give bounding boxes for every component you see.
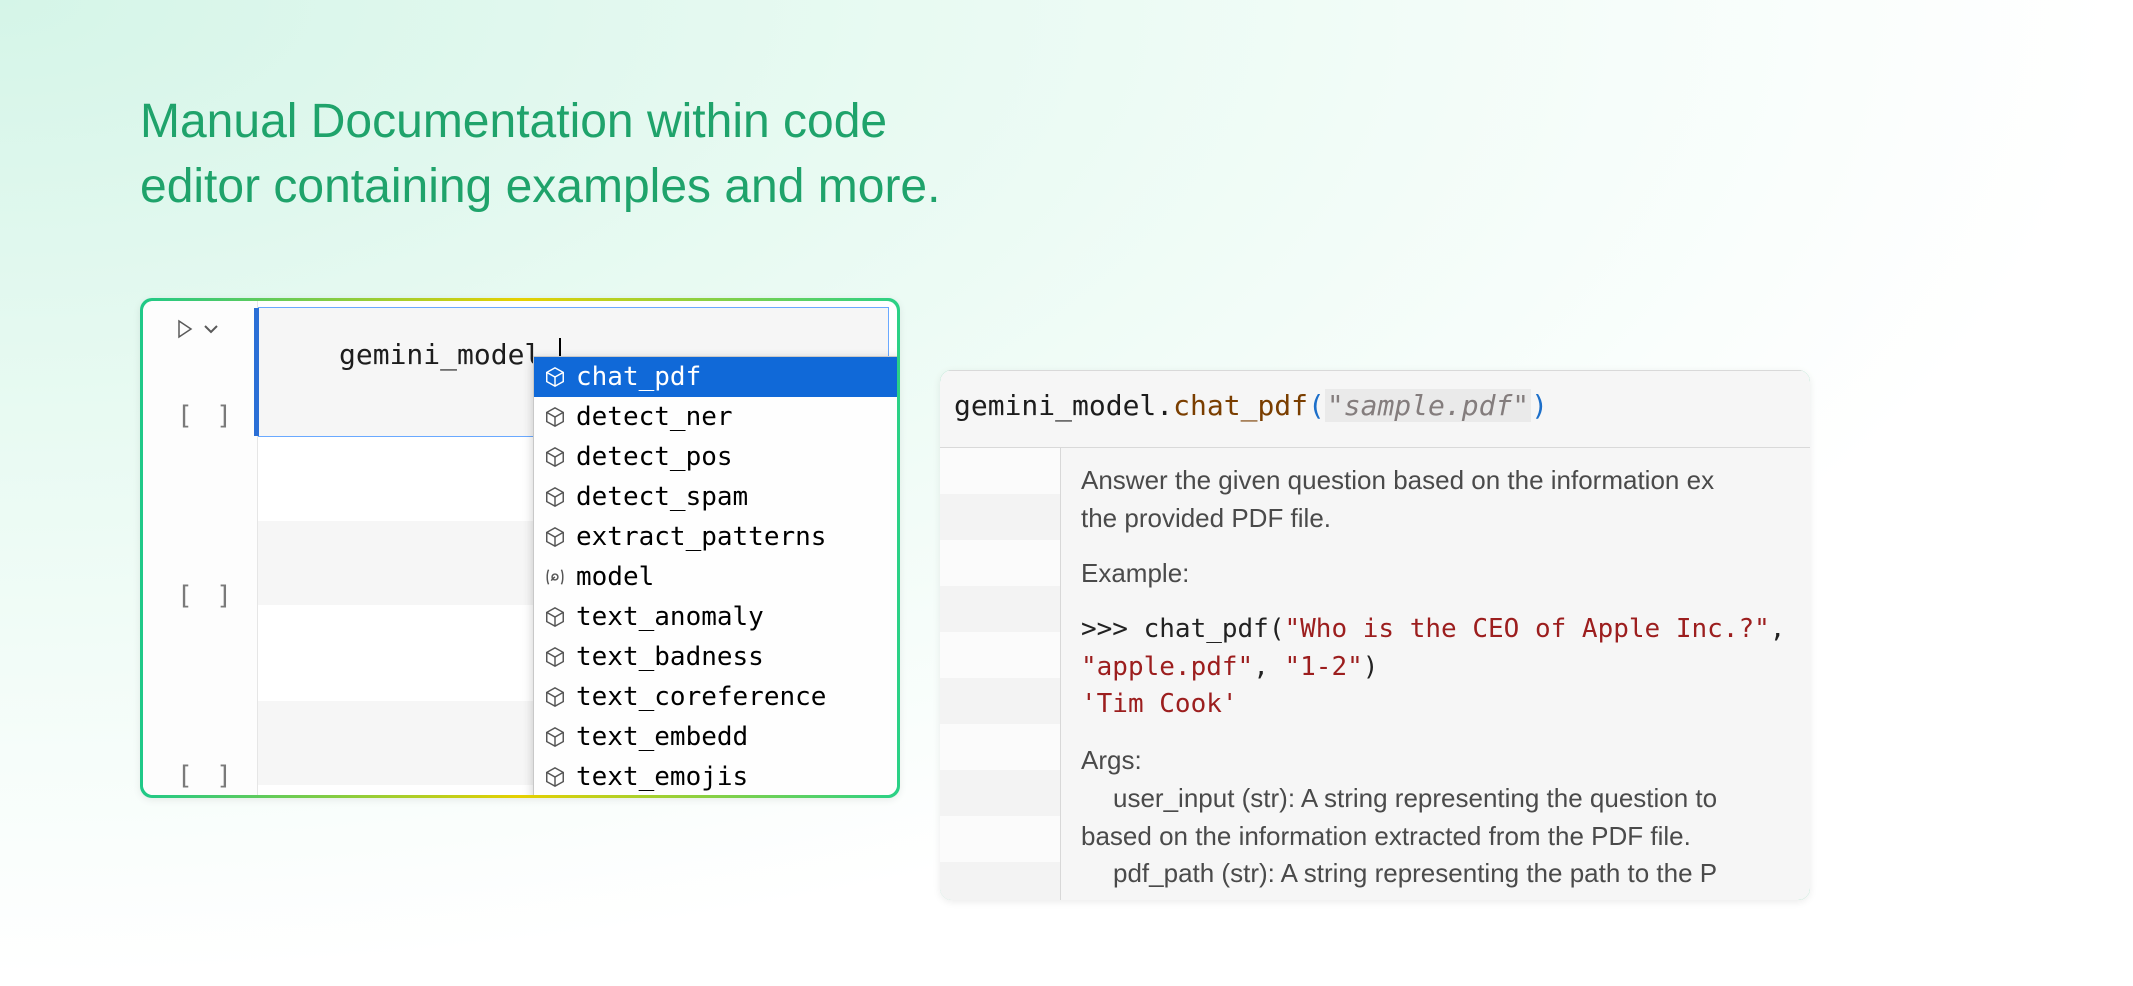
variable-icon xyxy=(544,566,566,588)
editor-panel-docstring: gemini_model.chat_pdf("sample.pdf") Answ… xyxy=(940,370,1810,900)
code-cell-active[interactable]: gemini_model.chat_pdf("sample.pdf") xyxy=(943,373,1807,448)
autocomplete-item-detect_pos[interactable]: detect_pos xyxy=(534,437,897,477)
autocomplete-popup[interactable]: chat_pdf detect_ner detect_pos detect_spame… xyxy=(533,356,897,795)
editor-gutter: [ ] [ ] [ ] xyxy=(143,301,258,795)
autocomplete-item-label: text_badness xyxy=(576,642,764,672)
autocomplete-item-chat_pdf[interactable]: chat_pdf xyxy=(534,357,897,397)
docstring-tooltip: Answer the given question based on the i… xyxy=(1060,448,1807,897)
autocomplete-item-text_anomaly[interactable]: text_anomaly xyxy=(534,597,897,637)
autocomplete-item-text_coreference[interactable]: text_coreference xyxy=(534,677,897,717)
heading-line-1: Manual Documentation within code xyxy=(140,90,940,155)
autocomplete-item-detect_ner[interactable]: detect_ner xyxy=(534,397,897,437)
page-heading: Manual Documentation within code editor … xyxy=(140,90,940,220)
autocomplete-item-extract_patterns[interactable]: extract_patterns xyxy=(534,517,897,557)
doc-summary: Answer the given question based on the i… xyxy=(1081,462,1790,537)
doc-arg-user-input: user_input (str): A string representing … xyxy=(1081,780,1790,818)
autocomplete-item-model[interactable]: model xyxy=(534,557,897,597)
editor-gutter xyxy=(943,448,1060,897)
heading-line-2: editor containing examples and more. xyxy=(140,155,940,220)
autocomplete-item-label: text_anomaly xyxy=(576,602,764,632)
doc-arg-pdf-path: pdf_path (str): A string representing th… xyxy=(1081,855,1790,893)
doc-example-label: Example: xyxy=(1081,555,1790,593)
cube-icon xyxy=(544,726,566,748)
autocomplete-item-label: text_embedd xyxy=(576,722,748,752)
run-cell-button[interactable] xyxy=(173,317,223,346)
cube-icon xyxy=(544,486,566,508)
cube-icon xyxy=(544,406,566,428)
autocomplete-item-text_badness[interactable]: text_badness xyxy=(534,637,897,677)
autocomplete-item-text_embedd[interactable]: text_embedd xyxy=(534,717,897,757)
doc-example-code: >>> chat_pdf("Who is the CEO of Apple In… xyxy=(1081,611,1790,724)
cell-marker: [ ] xyxy=(177,581,236,611)
chevron-down-icon xyxy=(199,317,223,346)
cell-marker: [ ] xyxy=(177,401,236,431)
cell-marker: [ ] xyxy=(177,761,236,791)
doc-arg-user-input-cont: based on the information extracted from … xyxy=(1081,818,1790,856)
cube-icon xyxy=(544,766,566,788)
autocomplete-item-label: chat_pdf xyxy=(576,362,701,392)
autocomplete-item-label: detect_ner xyxy=(576,402,733,432)
autocomplete-item-label: model xyxy=(576,562,654,592)
code-text: gemini_model. xyxy=(339,338,561,371)
autocomplete-item-text_emojis[interactable]: text_emojis xyxy=(534,757,897,795)
cube-icon xyxy=(544,526,566,548)
autocomplete-item-detect_spam[interactable]: detect_spam xyxy=(534,477,897,517)
autocomplete-item-label: text_coreference xyxy=(576,682,826,712)
active-cell-indicator xyxy=(254,308,259,436)
autocomplete-item-label: text_emojis xyxy=(576,762,748,792)
cube-icon xyxy=(544,686,566,708)
cube-icon xyxy=(544,646,566,668)
autocomplete-item-label: detect_spam xyxy=(576,482,748,512)
autocomplete-item-label: extract_patterns xyxy=(576,522,826,552)
editor-panel-autocomplete: [ ] [ ] [ ] gemini_model. chat_pdfdetect… xyxy=(140,298,900,798)
autocomplete-item-label: detect_pos xyxy=(576,442,733,472)
cube-icon xyxy=(544,606,566,628)
play-icon xyxy=(173,317,197,346)
doc-args-label: Args: xyxy=(1081,742,1790,780)
cube-icon xyxy=(544,366,566,388)
cube-icon xyxy=(544,446,566,468)
code-line: gemini_model.chat_pdf("sample.pdf") xyxy=(954,389,1548,422)
